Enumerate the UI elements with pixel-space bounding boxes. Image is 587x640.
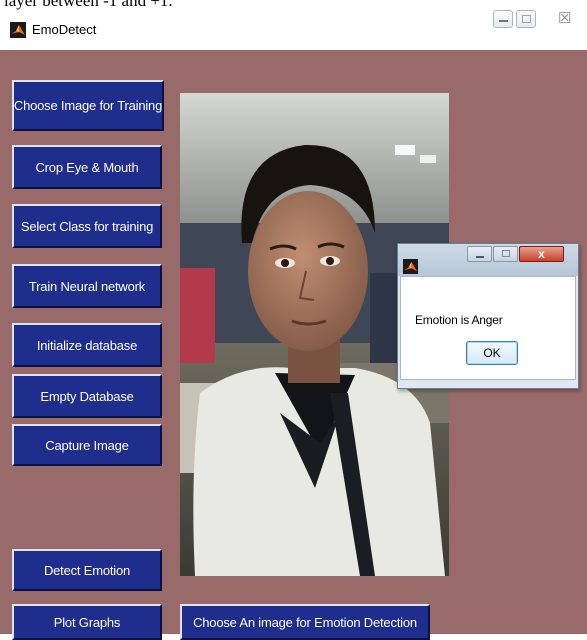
- detect-emotion-button[interactable]: Detect Emotion: [12, 549, 162, 591]
- matlab-logo-icon: [10, 22, 26, 38]
- window-titlebar: EmoDetect ☒: [0, 10, 587, 50]
- plot-graphs-button[interactable]: Plot Graphs: [12, 604, 162, 640]
- ok-button[interactable]: OK: [466, 341, 518, 365]
- dialog-body: Emotion is Anger OK: [400, 276, 576, 380]
- minimize-button[interactable]: [493, 10, 513, 28]
- train-network-button[interactable]: Train Neural network: [12, 264, 162, 308]
- minimize-icon: [499, 20, 508, 22]
- window-title: EmoDetect: [32, 22, 97, 37]
- maximize-button[interactable]: [516, 10, 536, 28]
- dialog-maximize-button[interactable]: [493, 246, 518, 262]
- maximize-icon: [522, 15, 531, 23]
- matlab-logo-icon: [403, 259, 418, 274]
- minimize-icon: [476, 256, 484, 258]
- dialog-minimize-button[interactable]: [467, 246, 492, 262]
- dialog-close-button[interactable]: x: [519, 246, 564, 262]
- empty-database-button[interactable]: Empty Database: [12, 374, 162, 418]
- close-icon: x: [538, 247, 545, 261]
- initialize-database-button[interactable]: Initialize database: [12, 323, 162, 367]
- select-class-button[interactable]: Select Class for training: [12, 204, 162, 248]
- choose-image-detection-button[interactable]: Choose An image for Emotion Detection: [180, 604, 430, 640]
- close-icon[interactable]: ☒: [558, 9, 571, 27]
- dialog-titlebar: x: [398, 244, 578, 276]
- dialog-message: Emotion is Anger: [415, 313, 503, 327]
- choose-image-training-button[interactable]: Choose Image for Training: [12, 80, 164, 131]
- capture-image-button[interactable]: Capture Image: [12, 424, 162, 466]
- crop-eye-mouth-button[interactable]: Crop Eye & Mouth: [12, 145, 162, 189]
- maximize-icon: [502, 250, 510, 257]
- emotion-result-dialog: x Emotion is Anger OK: [397, 243, 579, 389]
